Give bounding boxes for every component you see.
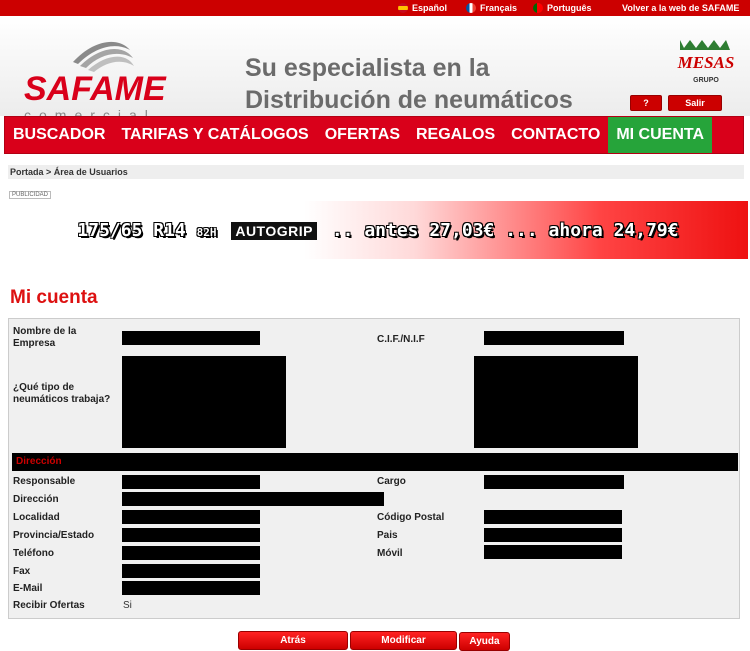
value-cargo-redacted <box>484 475 624 489</box>
svg-text:GRUPO: GRUPO <box>693 77 719 84</box>
logout-button[interactable]: Salir <box>668 95 722 111</box>
grupo-mesas-logo[interactable]: MESAS GRUPO <box>670 36 742 88</box>
label-tipo-neumaticos: ¿Qué tipo de neumáticos trabaja? <box>13 382 111 405</box>
value-telefono-redacted <box>122 546 260 560</box>
lang-label: Português <box>547 2 592 13</box>
label-empresa: Nombre de la Empresa <box>13 326 77 349</box>
breadcrumb[interactable]: Portada > Área de Usuarios <box>8 165 744 179</box>
help-bottom-button[interactable]: Ayuda <box>459 632 510 651</box>
label-email: E-Mail <box>13 583 43 594</box>
lang-portugues[interactable]: Português <box>533 1 592 14</box>
value-tipo-1-redacted <box>122 356 286 448</box>
label-localidad: Localidad <box>13 512 60 523</box>
modify-button[interactable]: Modificar <box>350 631 457 650</box>
value-tipo-2-redacted <box>474 356 638 448</box>
main-nav: BUSCADOR TARIFAS Y CATÁLOGOS OFERTAS REG… <box>4 116 744 154</box>
lang-label: Español <box>412 2 448 13</box>
label-cargo: Cargo <box>377 476 406 487</box>
label-fax: Fax <box>13 566 31 577</box>
value-pais-redacted <box>484 528 622 542</box>
nav-tarifas[interactable]: TARIFAS Y CATÁLOGOS <box>113 117 316 153</box>
nav-mi-cuenta[interactable]: MI CUENTA <box>608 117 713 153</box>
label-responsable: Responsable <box>13 476 76 487</box>
nav-ofertas[interactable]: OFERTAS <box>317 117 408 153</box>
value-responsable-redacted <box>122 475 260 489</box>
value-movil-redacted <box>484 545 622 559</box>
value-fax-redacted <box>122 564 260 578</box>
safame-logo[interactable]: SAFAME comercial <box>18 36 223 126</box>
value-empresa-redacted <box>122 331 260 345</box>
label-provincia: Provincia/Estado <box>13 530 95 541</box>
tagline: Su especialista en la Distribución de ne… <box>245 54 573 114</box>
nav-buscador[interactable]: BUSCADOR <box>5 117 113 153</box>
label-cif: C.I.F./N.I.F <box>377 334 425 345</box>
spain-flag-icon <box>398 2 408 13</box>
svg-text:MESAS: MESAS <box>677 53 735 72</box>
nav-contacto[interactable]: CONTACTO <box>503 117 608 153</box>
lang-label: Français <box>480 2 518 13</box>
lang-francais[interactable]: Français <box>466 1 517 14</box>
back-button[interactable]: Atrás <box>238 631 348 650</box>
value-direccion-redacted <box>122 492 384 506</box>
label-codigo-postal: Código Postal <box>377 512 445 523</box>
label-pais: Pais <box>377 530 398 541</box>
value-email-redacted <box>122 581 260 595</box>
france-flag-icon <box>466 2 476 13</box>
nav-regalos[interactable]: REGALOS <box>408 117 503 153</box>
back-to-safame-link[interactable]: Volver a la web de SAFAME <box>622 1 739 14</box>
ad-load-code: 82H <box>196 225 217 239</box>
value-provincia-redacted <box>122 528 260 542</box>
ad-brand-logo: AUTOGRIP <box>231 221 317 240</box>
section-direccion: Dirección <box>12 453 738 471</box>
language-bar: Español Français Português Volver a la w… <box>0 0 750 16</box>
value-codigo-postal-redacted <box>484 510 622 524</box>
label-recibir-ofertas: Recibir Ofertas <box>13 600 85 611</box>
ad-tire-size: 175/65 R14 <box>77 219 186 241</box>
label-telefono: Teléfono <box>13 548 54 559</box>
svg-text:SAFAME: SAFAME <box>24 70 167 108</box>
page-title: Mi cuenta <box>10 287 98 308</box>
help-button[interactable]: ? <box>630 95 662 111</box>
value-localidad-redacted <box>122 510 260 524</box>
ad-offer: .. antes 27,03€ ... ahora 24,79€ <box>331 219 679 241</box>
lang-espanol[interactable]: Español <box>398 1 447 14</box>
ad-banner[interactable]: 175/65 R14 82H AUTOGRIP .. antes 27,03€ … <box>8 201 748 259</box>
value-cif-redacted <box>484 331 624 345</box>
ad-label: PUBLICIDAD <box>9 191 52 199</box>
value-recibir-ofertas: Si <box>123 600 132 611</box>
label-movil: Móvil <box>377 548 403 559</box>
label-direccion: Dirección <box>13 494 59 505</box>
portugal-flag-icon <box>533 2 543 13</box>
